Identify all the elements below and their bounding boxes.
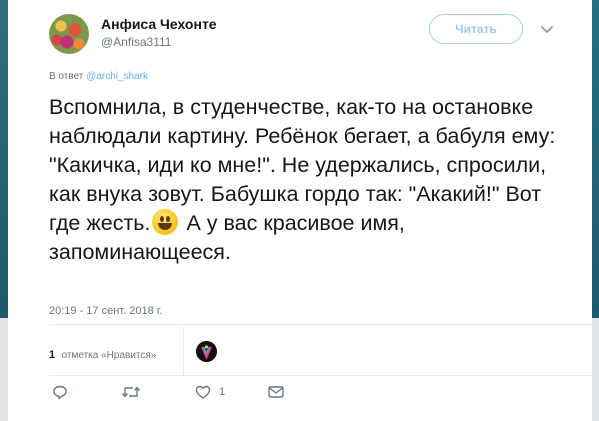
- likes-summary[interactable]: 1 отметка «Нравится»: [49, 345, 156, 363]
- tweet-timestamp[interactable]: 20:19 - 17 сент. 2018 г.: [49, 305, 162, 317]
- tweet-text: Вспомнила, в студенчестве, как-то на ост…: [49, 93, 569, 267]
- user-display-name[interactable]: Анфиса Чехонте: [101, 16, 217, 32]
- divider: [49, 324, 592, 325]
- divider: [49, 375, 592, 376]
- heart-icon: [195, 385, 211, 399]
- follow-button[interactable]: Читать: [429, 14, 523, 44]
- tweet-card: Анфиса Чехонте @Anfisa3111 Читать В отве…: [8, 0, 592, 421]
- direct-message-button[interactable]: [267, 384, 285, 400]
- reply-prefix: В ответ: [49, 71, 84, 82]
- tweet-header: Анфиса Чехонте @Anfisa3111 Читать: [49, 14, 592, 54]
- likes-label: отметка «Нравится»: [61, 350, 157, 361]
- like-button[interactable]: 1: [195, 384, 225, 400]
- like-count: 1: [219, 386, 226, 398]
- liker-avatar[interactable]: [196, 341, 217, 362]
- tweet-actions: 1: [49, 384, 349, 404]
- retweet-icon: [121, 386, 141, 398]
- likes-separator: [183, 327, 184, 375]
- chevron-down-icon[interactable]: [540, 22, 554, 36]
- likes-count: 1: [49, 349, 56, 361]
- reply-icon: [53, 385, 67, 400]
- background-edge-right: [592, 0, 599, 421]
- background-edge-left: [0, 0, 8, 421]
- reply-target-link[interactable]: @archi_shark: [86, 71, 148, 82]
- reply-button[interactable]: [52, 384, 68, 400]
- retweet-button[interactable]: [121, 384, 141, 400]
- likes-row: 1 отметка «Нравится»: [49, 327, 449, 375]
- avatar[interactable]: [49, 14, 89, 54]
- reply-context: В ответ @archi_shark: [49, 71, 148, 82]
- grinning-face-emoji-icon: [152, 209, 179, 235]
- envelope-icon: [268, 386, 284, 398]
- user-handle[interactable]: @Anfisa3111: [101, 35, 171, 49]
